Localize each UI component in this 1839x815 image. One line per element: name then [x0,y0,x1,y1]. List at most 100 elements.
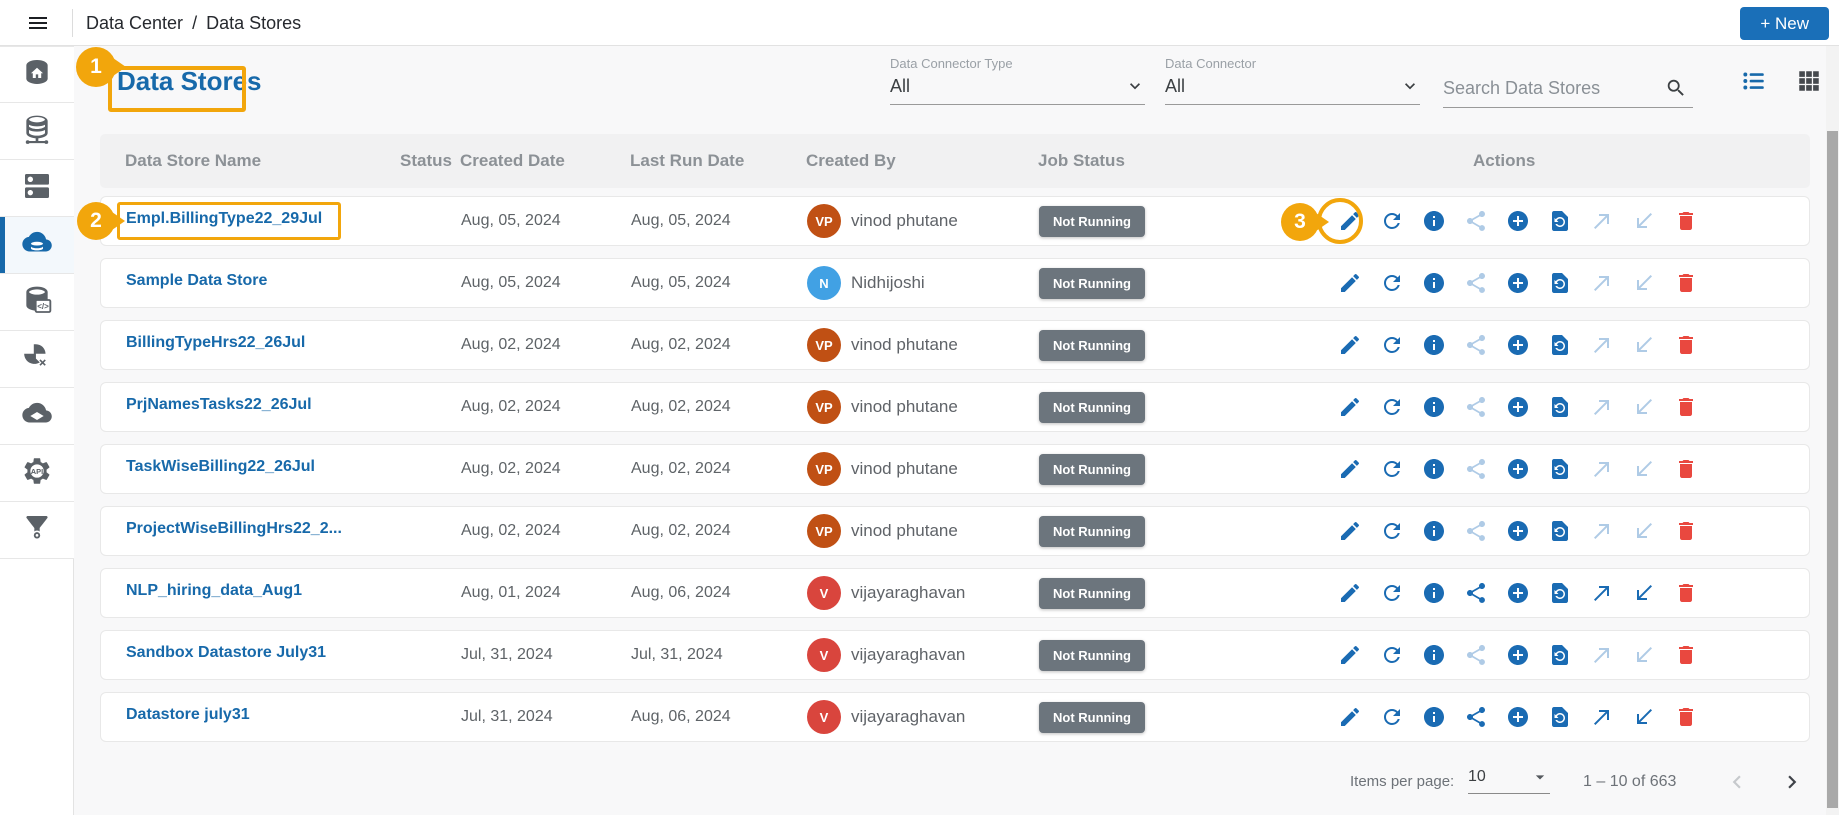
delete-icon[interactable] [1674,457,1698,481]
share-icon[interactable] [1464,581,1488,605]
next-page-icon[interactable] [1779,769,1805,795]
export-icon[interactable] [1590,705,1614,729]
import-icon[interactable] [1632,457,1656,481]
info-icon[interactable] [1422,209,1446,233]
edit-icon[interactable] [1338,643,1362,667]
sidebar-item-data-stores[interactable] [0,217,74,274]
info-icon[interactable] [1422,581,1446,605]
sidebar-item-data-transform[interactable] [0,331,74,388]
restore-icon[interactable] [1548,395,1572,419]
breadcrumb-section[interactable]: Data Center [86,13,183,34]
menu-icon[interactable] [24,11,52,35]
share-icon[interactable] [1464,395,1488,419]
refresh-icon[interactable] [1380,271,1404,295]
delete-icon[interactable] [1674,209,1698,233]
refresh-icon[interactable] [1380,519,1404,543]
add-icon[interactable] [1506,333,1530,357]
export-icon[interactable] [1590,519,1614,543]
edit-icon[interactable] [1338,333,1362,357]
items-per-page-select[interactable]: 10 [1468,767,1550,794]
refresh-icon[interactable] [1380,209,1404,233]
export-icon[interactable] [1590,581,1614,605]
info-icon[interactable] [1422,271,1446,295]
datastore-name-link[interactable]: NLP_hiring_data_Aug1 [126,582,302,600]
delete-icon[interactable] [1674,271,1698,295]
add-icon[interactable] [1506,705,1530,729]
share-icon[interactable] [1464,333,1488,357]
datastore-name-link[interactable]: TaskWiseBilling22_26Jul [126,458,315,476]
restore-icon[interactable] [1548,519,1572,543]
datastore-name-link[interactable]: BillingTypeHrs22_26Jul [126,334,305,352]
sidebar-item-data-funnel[interactable] [0,502,74,559]
info-icon[interactable] [1422,457,1446,481]
delete-icon[interactable] [1674,333,1698,357]
delete-icon[interactable] [1674,581,1698,605]
sidebar-item-cloud-data[interactable] [0,388,74,445]
sidebar-item-data-query[interactable]: </> [0,274,74,331]
info-icon[interactable] [1422,519,1446,543]
export-icon[interactable] [1590,271,1614,295]
edit-icon[interactable] [1338,457,1362,481]
add-icon[interactable] [1506,519,1530,543]
import-icon[interactable] [1632,209,1656,233]
add-icon[interactable] [1506,581,1530,605]
delete-icon[interactable] [1674,519,1698,543]
restore-icon[interactable] [1548,333,1572,357]
datastore-name-link[interactable]: Sample Data Store [126,272,267,290]
refresh-icon[interactable] [1380,643,1404,667]
edit-icon[interactable] [1338,209,1362,233]
share-icon[interactable] [1464,209,1488,233]
sidebar-item-data-center[interactable] [0,46,74,103]
share-icon[interactable] [1464,643,1488,667]
import-icon[interactable] [1632,271,1656,295]
restore-icon[interactable] [1548,209,1572,233]
restore-icon[interactable] [1548,271,1572,295]
info-icon[interactable] [1422,395,1446,419]
datastore-name-link[interactable]: PrjNamesTasks22_26Jul [126,396,312,414]
sidebar-item-data-sources[interactable] [0,103,74,160]
add-icon[interactable] [1506,395,1530,419]
info-icon[interactable] [1422,333,1446,357]
refresh-icon[interactable] [1380,705,1404,729]
import-icon[interactable] [1632,395,1656,419]
export-icon[interactable] [1590,457,1614,481]
add-icon[interactable] [1506,209,1530,233]
edit-icon[interactable] [1338,395,1362,419]
scrollbar-thumb[interactable] [1827,131,1838,808]
share-icon[interactable] [1464,457,1488,481]
grid-view-icon[interactable] [1795,68,1823,94]
restore-icon[interactable] [1548,457,1572,481]
refresh-icon[interactable] [1380,333,1404,357]
delete-icon[interactable] [1674,395,1698,419]
import-icon[interactable] [1632,333,1656,357]
info-icon[interactable] [1422,705,1446,729]
datastore-name-link[interactable]: ProjectWiseBillingHrs22_2... [126,520,342,538]
datastore-name-link[interactable]: Datastore july31 [126,706,250,724]
refresh-icon[interactable] [1380,395,1404,419]
import-icon[interactable] [1632,705,1656,729]
import-icon[interactable] [1632,519,1656,543]
share-icon[interactable] [1464,519,1488,543]
share-icon[interactable] [1464,271,1488,295]
restore-icon[interactable] [1548,705,1572,729]
edit-icon[interactable] [1338,519,1362,543]
sidebar-item-api[interactable]: API [0,445,74,502]
add-icon[interactable] [1506,271,1530,295]
export-icon[interactable] [1590,333,1614,357]
refresh-icon[interactable] [1380,457,1404,481]
delete-icon[interactable] [1674,705,1698,729]
import-icon[interactable] [1632,581,1656,605]
info-icon[interactable] [1422,643,1446,667]
add-icon[interactable] [1506,457,1530,481]
vertical-scrollbar[interactable] [1826,46,1839,815]
share-icon[interactable] [1464,705,1488,729]
new-button[interactable]: + New [1740,7,1829,40]
data-connector-select[interactable]: Data Connector All [1165,56,1420,105]
previous-page-icon[interactable] [1724,769,1750,795]
edit-icon[interactable] [1338,271,1362,295]
search-input[interactable] [1443,78,1653,99]
edit-icon[interactable] [1338,581,1362,605]
export-icon[interactable] [1590,209,1614,233]
export-icon[interactable] [1590,643,1614,667]
search-icon[interactable] [1665,77,1687,99]
